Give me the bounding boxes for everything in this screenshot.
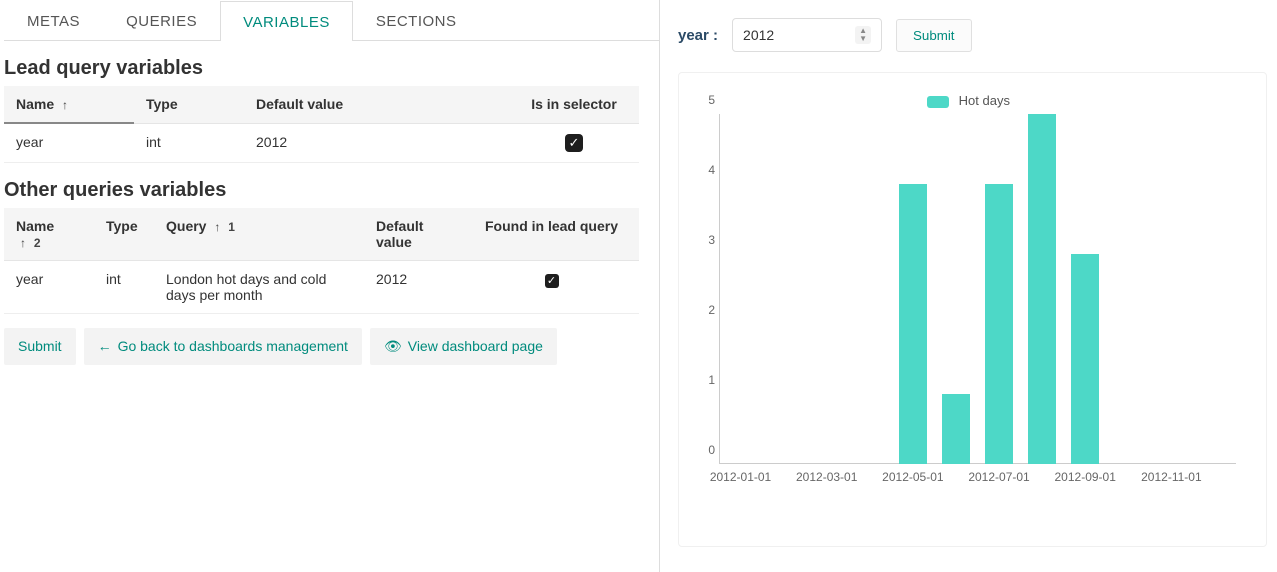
cell-name: year (4, 260, 94, 313)
y-tick: 3 (708, 233, 715, 247)
control-row: year : 2012 ▲▼ Submit (678, 18, 1267, 52)
legend-swatch (927, 96, 949, 108)
cell-selector: ✓ (509, 123, 639, 162)
year-value: 2012 (743, 27, 774, 43)
cell-name: year (4, 123, 134, 162)
cell-query: London hot days and cold days per month (154, 260, 364, 313)
tab-variables[interactable]: VARIABLES (220, 1, 353, 41)
lead-col-default[interactable]: Default value (244, 86, 509, 123)
sort-order: 1 (224, 220, 235, 234)
table-row: year int 2012 ✓ (4, 123, 639, 162)
x-tick: 2012-11-01 (1141, 470, 1202, 484)
bar-slot (1150, 114, 1193, 464)
legend-label: Hot days (959, 93, 1010, 108)
sort-asc-icon: ↑ (16, 236, 26, 250)
bar-slot (1193, 114, 1236, 464)
lead-col-name[interactable]: Name ↑ (4, 86, 134, 123)
bars (719, 114, 1236, 464)
cell-found: ✓ (464, 260, 639, 313)
other-col-name[interactable]: Name ↑ 2 (4, 208, 94, 261)
table-row: year int London hot days and cold days p… (4, 260, 639, 313)
lead-col-selector[interactable]: Is in selector (509, 86, 639, 123)
button-label: Go back to dashboards management (118, 338, 348, 354)
tabs: METAS QUERIES VARIABLES SECTIONS (4, 0, 659, 41)
bar-slot (848, 114, 891, 464)
cell-default: 2012 (364, 260, 464, 313)
other-title: Other queries variables (4, 179, 659, 202)
x-tick: 2012-09-01 (1055, 470, 1116, 484)
other-col-found[interactable]: Found in lead query (464, 208, 639, 261)
x-tick: 2012-01-01 (710, 470, 771, 484)
y-tick: 0 (708, 443, 715, 457)
bar (985, 184, 1013, 464)
x-tick: 2012-05-01 (882, 470, 943, 484)
bar (1028, 114, 1056, 464)
button-label: View dashboard page (408, 338, 543, 354)
arrow-left-icon: ← (98, 338, 112, 354)
col-label: Name (16, 218, 54, 234)
bar-slot (805, 114, 848, 464)
other-col-query[interactable]: Query ↑ 1 (154, 208, 364, 261)
year-input[interactable]: 2012 ▲▼ (732, 18, 882, 52)
x-tick: 2012-03-01 (796, 470, 857, 484)
other-table: Name ↑ 2 Type Query ↑ 1 Default value Fo… (4, 208, 639, 314)
eye-icon: 👁 (384, 338, 402, 355)
lead-title: Lead query variables (4, 57, 659, 80)
tab-queries[interactable]: QUERIES (103, 0, 220, 40)
x-tick: 2012-07-01 (968, 470, 1029, 484)
check-icon: ✓ (565, 134, 583, 152)
bar-slot (1064, 114, 1107, 464)
bar (942, 394, 970, 464)
submit-button[interactable]: Submit (896, 19, 971, 52)
bar-slot (1021, 114, 1064, 464)
other-col-type[interactable]: Type (94, 208, 154, 261)
y-tick: 1 (708, 373, 715, 387)
view-dashboard-button[interactable]: 👁 View dashboard page (370, 328, 557, 365)
bar (1071, 254, 1099, 464)
check-icon: ✓ (545, 274, 559, 288)
bar (899, 184, 927, 464)
cell-default: 2012 (244, 123, 509, 162)
col-label: Query (166, 218, 206, 234)
lead-table: Name ↑ Type Default value Is in selector… (4, 86, 639, 163)
bar-slot (762, 114, 805, 464)
cell-type: int (134, 123, 244, 162)
sort-order: 2 (30, 236, 41, 250)
submit-button[interactable]: Submit (4, 328, 76, 365)
back-button[interactable]: ← Go back to dashboards management (84, 328, 362, 365)
col-label: Name (16, 96, 54, 112)
x-axis: 2012-01-012012-03-012012-05-012012-07-01… (719, 464, 1236, 494)
tab-sections[interactable]: SECTIONS (353, 0, 480, 40)
y-tick: 2 (708, 303, 715, 317)
plot-area: 012345 (719, 114, 1236, 464)
bar-slot (977, 114, 1020, 464)
year-label: year : (678, 27, 718, 44)
other-col-default[interactable]: Default value (364, 208, 464, 261)
sort-asc-icon: ↑ (210, 220, 220, 234)
y-tick: 5 (708, 93, 715, 107)
tab-metas[interactable]: METAS (4, 0, 103, 40)
bar-slot (1107, 114, 1150, 464)
sort-asc-icon: ↑ (58, 98, 68, 112)
y-axis: 012345 (697, 114, 717, 464)
legend: Hot days (697, 93, 1240, 108)
bar-slot (719, 114, 762, 464)
lead-col-type[interactable]: Type (134, 86, 244, 123)
cell-type: int (94, 260, 154, 313)
y-tick: 4 (708, 163, 715, 177)
bar-slot (891, 114, 934, 464)
button-row: Submit ← Go back to dashboards managemen… (4, 328, 659, 365)
bar-slot (934, 114, 977, 464)
chart: Hot days 012345 2012-01-012012-03-012012… (678, 72, 1267, 547)
spinner-icon[interactable]: ▲▼ (855, 26, 871, 44)
